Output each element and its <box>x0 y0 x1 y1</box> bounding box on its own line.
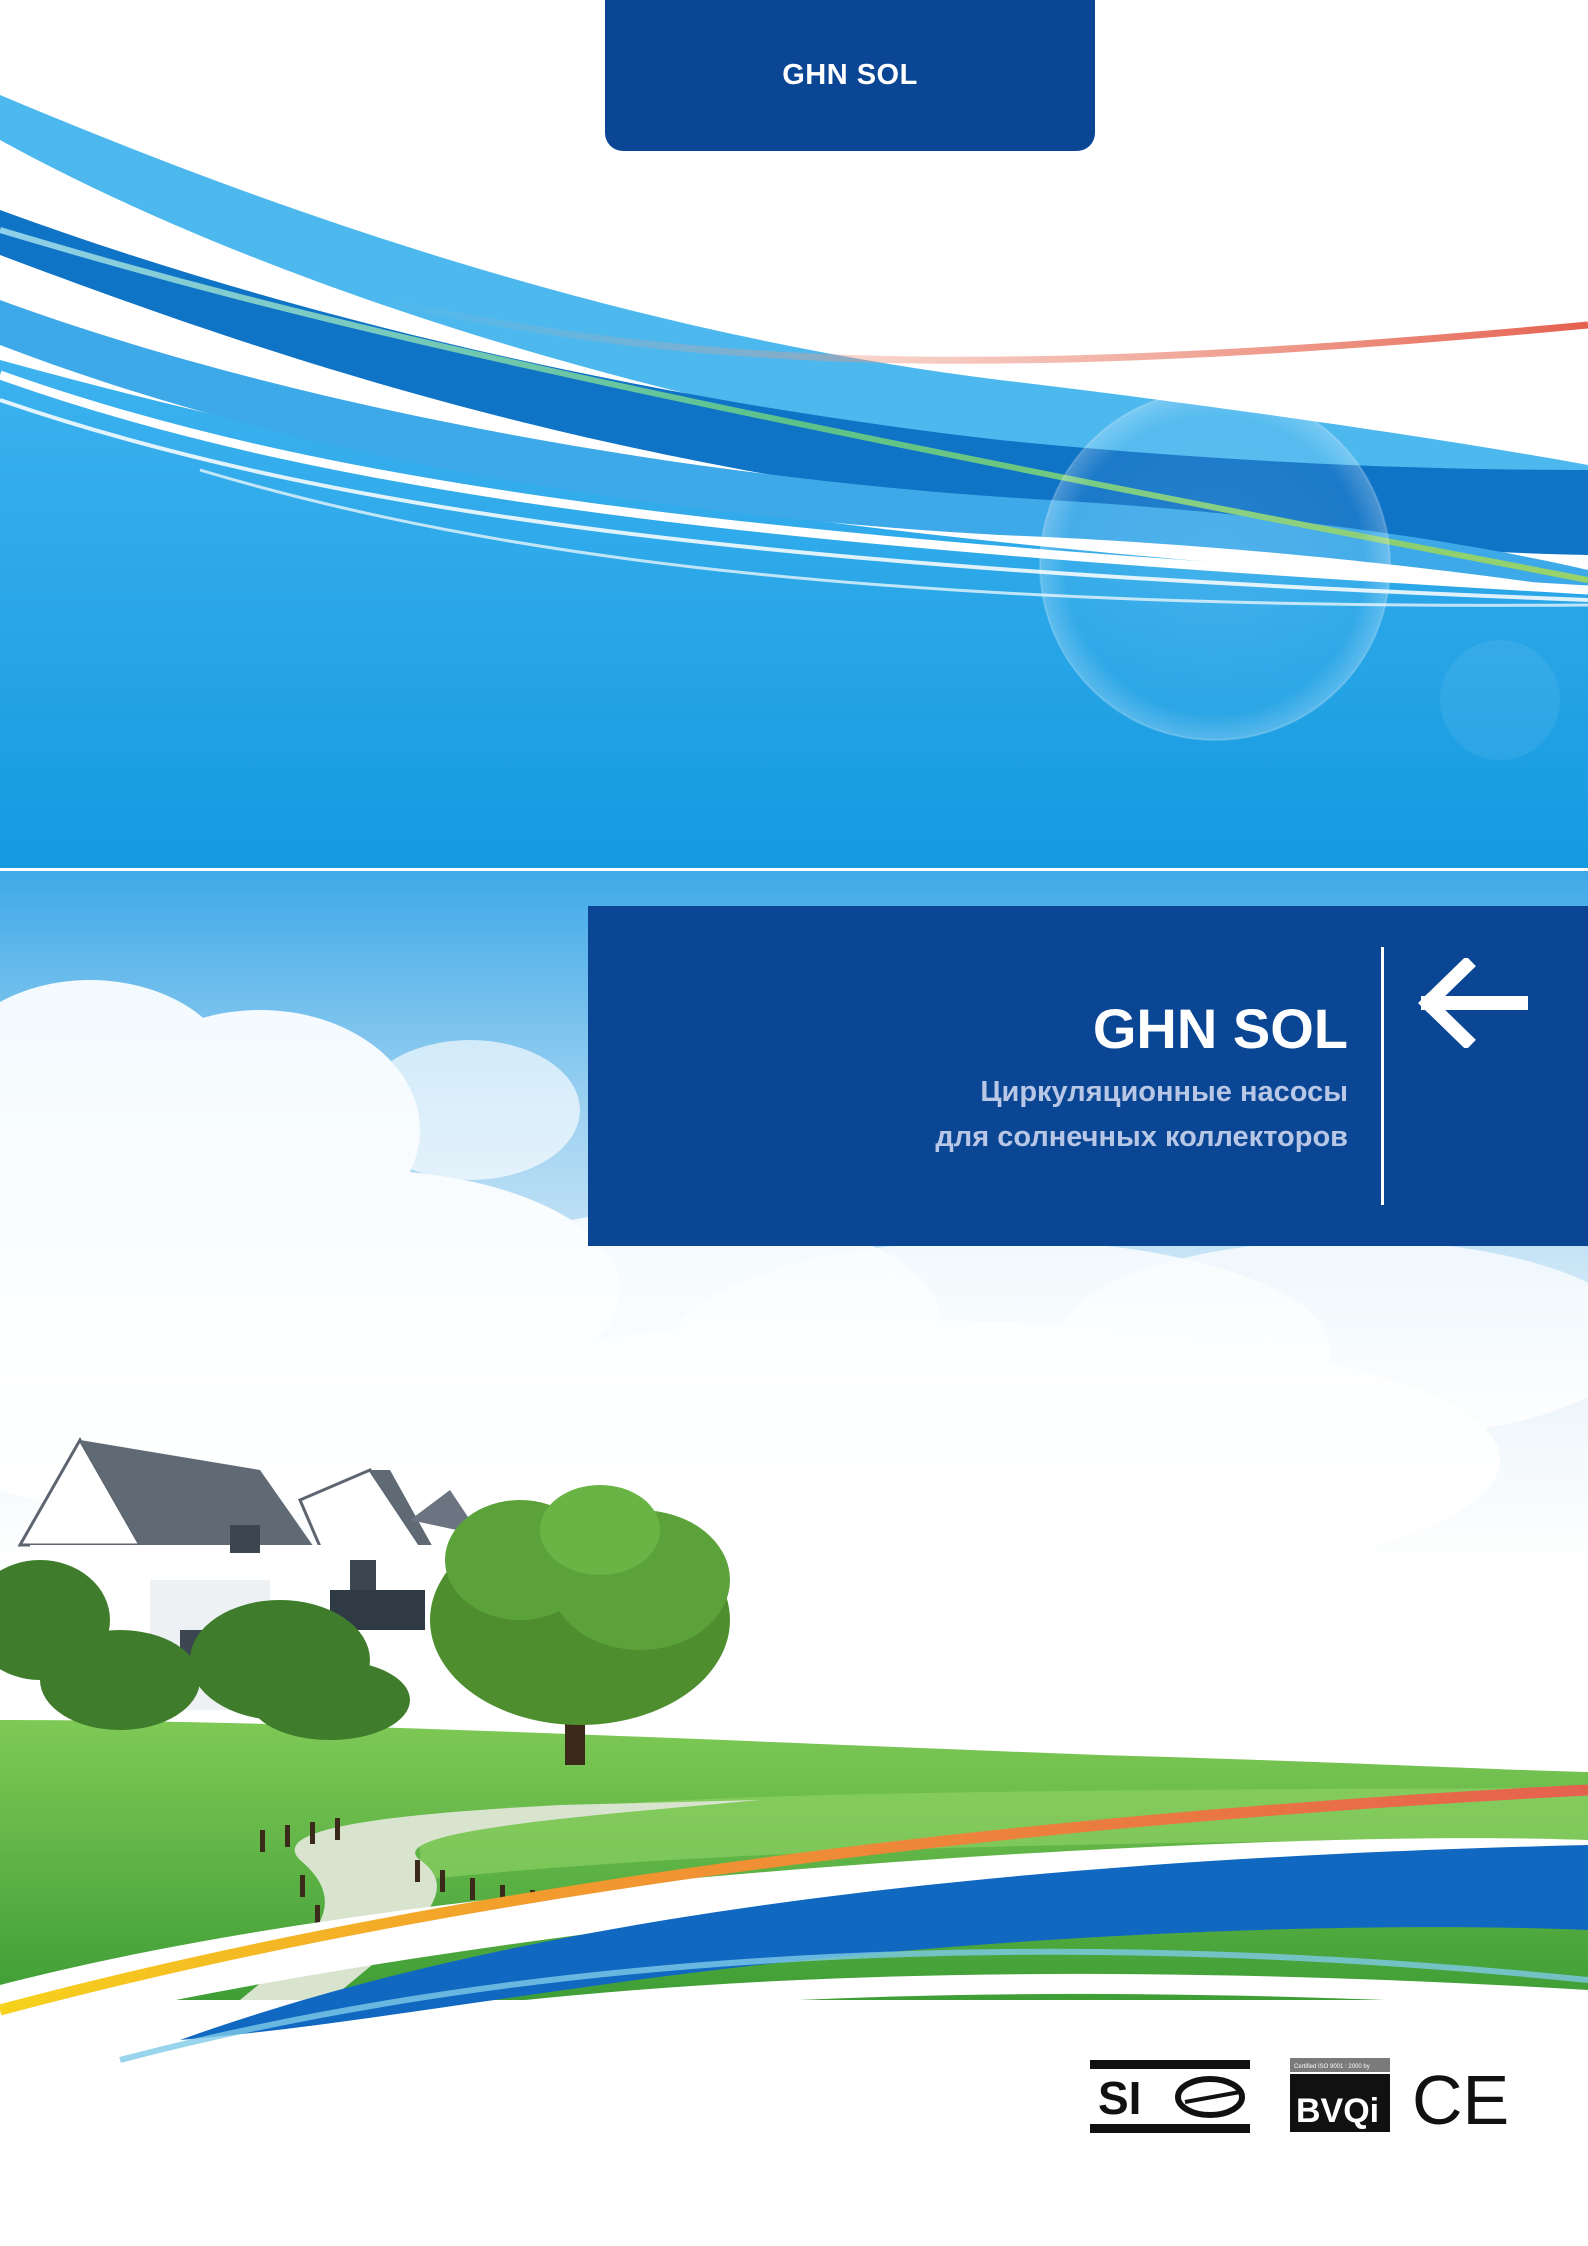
si-logo-text: SI <box>1098 2072 1141 2124</box>
product-subtitle-line2: для солнечных коллекторов <box>935 1121 1348 1153</box>
bvqi-logo-text: BVQi <box>1296 2092 1379 2130</box>
title-panel: GHN SOL Циркуляционные насосы для солнеч… <box>588 906 1588 1246</box>
product-title: GHN SOL <box>1092 997 1348 1060</box>
header-tab-label: GHN SOL <box>782 59 918 91</box>
ce-mark: CE <box>1412 2061 1509 2134</box>
panel-divider <box>1381 947 1384 1205</box>
ce-mark-text: CE <box>1412 2061 1509 2134</box>
bvqi-logo: Certified ISO 9001 : 2000 by BVQi <box>1290 2058 1390 2132</box>
product-subtitle-line1: Циркуляционные насосы <box>980 1076 1348 1108</box>
si-logo: SI <box>1090 2060 1250 2133</box>
certification-logos: SI Certified ISO 9001 : 2000 by BVQi CE <box>1090 2058 1509 2134</box>
header-tab: GHN SOL <box>605 0 1095 151</box>
arrow-left-icon[interactable] <box>1418 958 1528 1048</box>
iso-caption: Certified ISO 9001 : 2000 by <box>1294 2064 1370 2070</box>
